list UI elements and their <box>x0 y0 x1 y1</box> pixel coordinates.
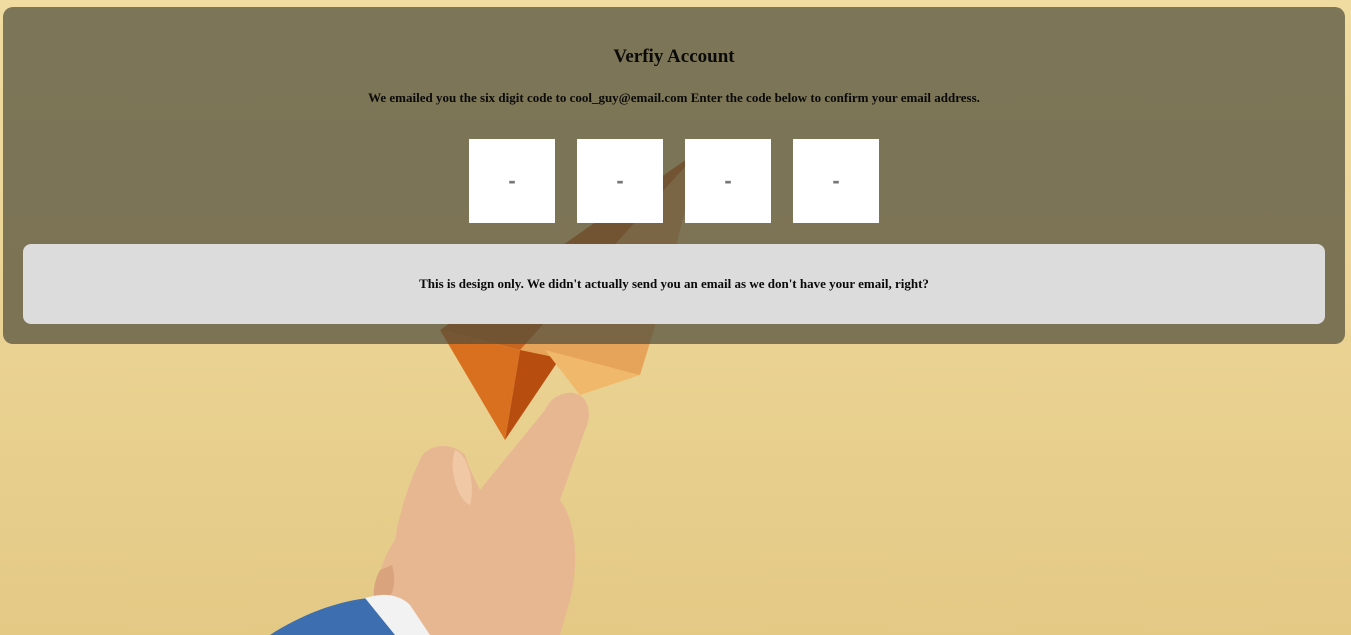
verify-account-panel: Verfiy Account We emailed you the six di… <box>3 7 1345 344</box>
design-notice-text: This is design only. We didn't actually … <box>419 276 929 291</box>
verification-instructions: We emailed you the six digit code to coo… <box>368 90 980 105</box>
page-title: Verfiy Account <box>613 46 735 67</box>
code-digit-3-input[interactable] <box>685 139 771 223</box>
code-digit-4-input[interactable] <box>793 139 879 223</box>
code-digit-2-input[interactable] <box>577 139 663 223</box>
design-notice-box: This is design only. We didn't actually … <box>23 244 1325 324</box>
hand-illustration <box>373 392 589 635</box>
code-digit-1-input[interactable] <box>469 139 555 223</box>
code-input-group <box>469 139 879 223</box>
